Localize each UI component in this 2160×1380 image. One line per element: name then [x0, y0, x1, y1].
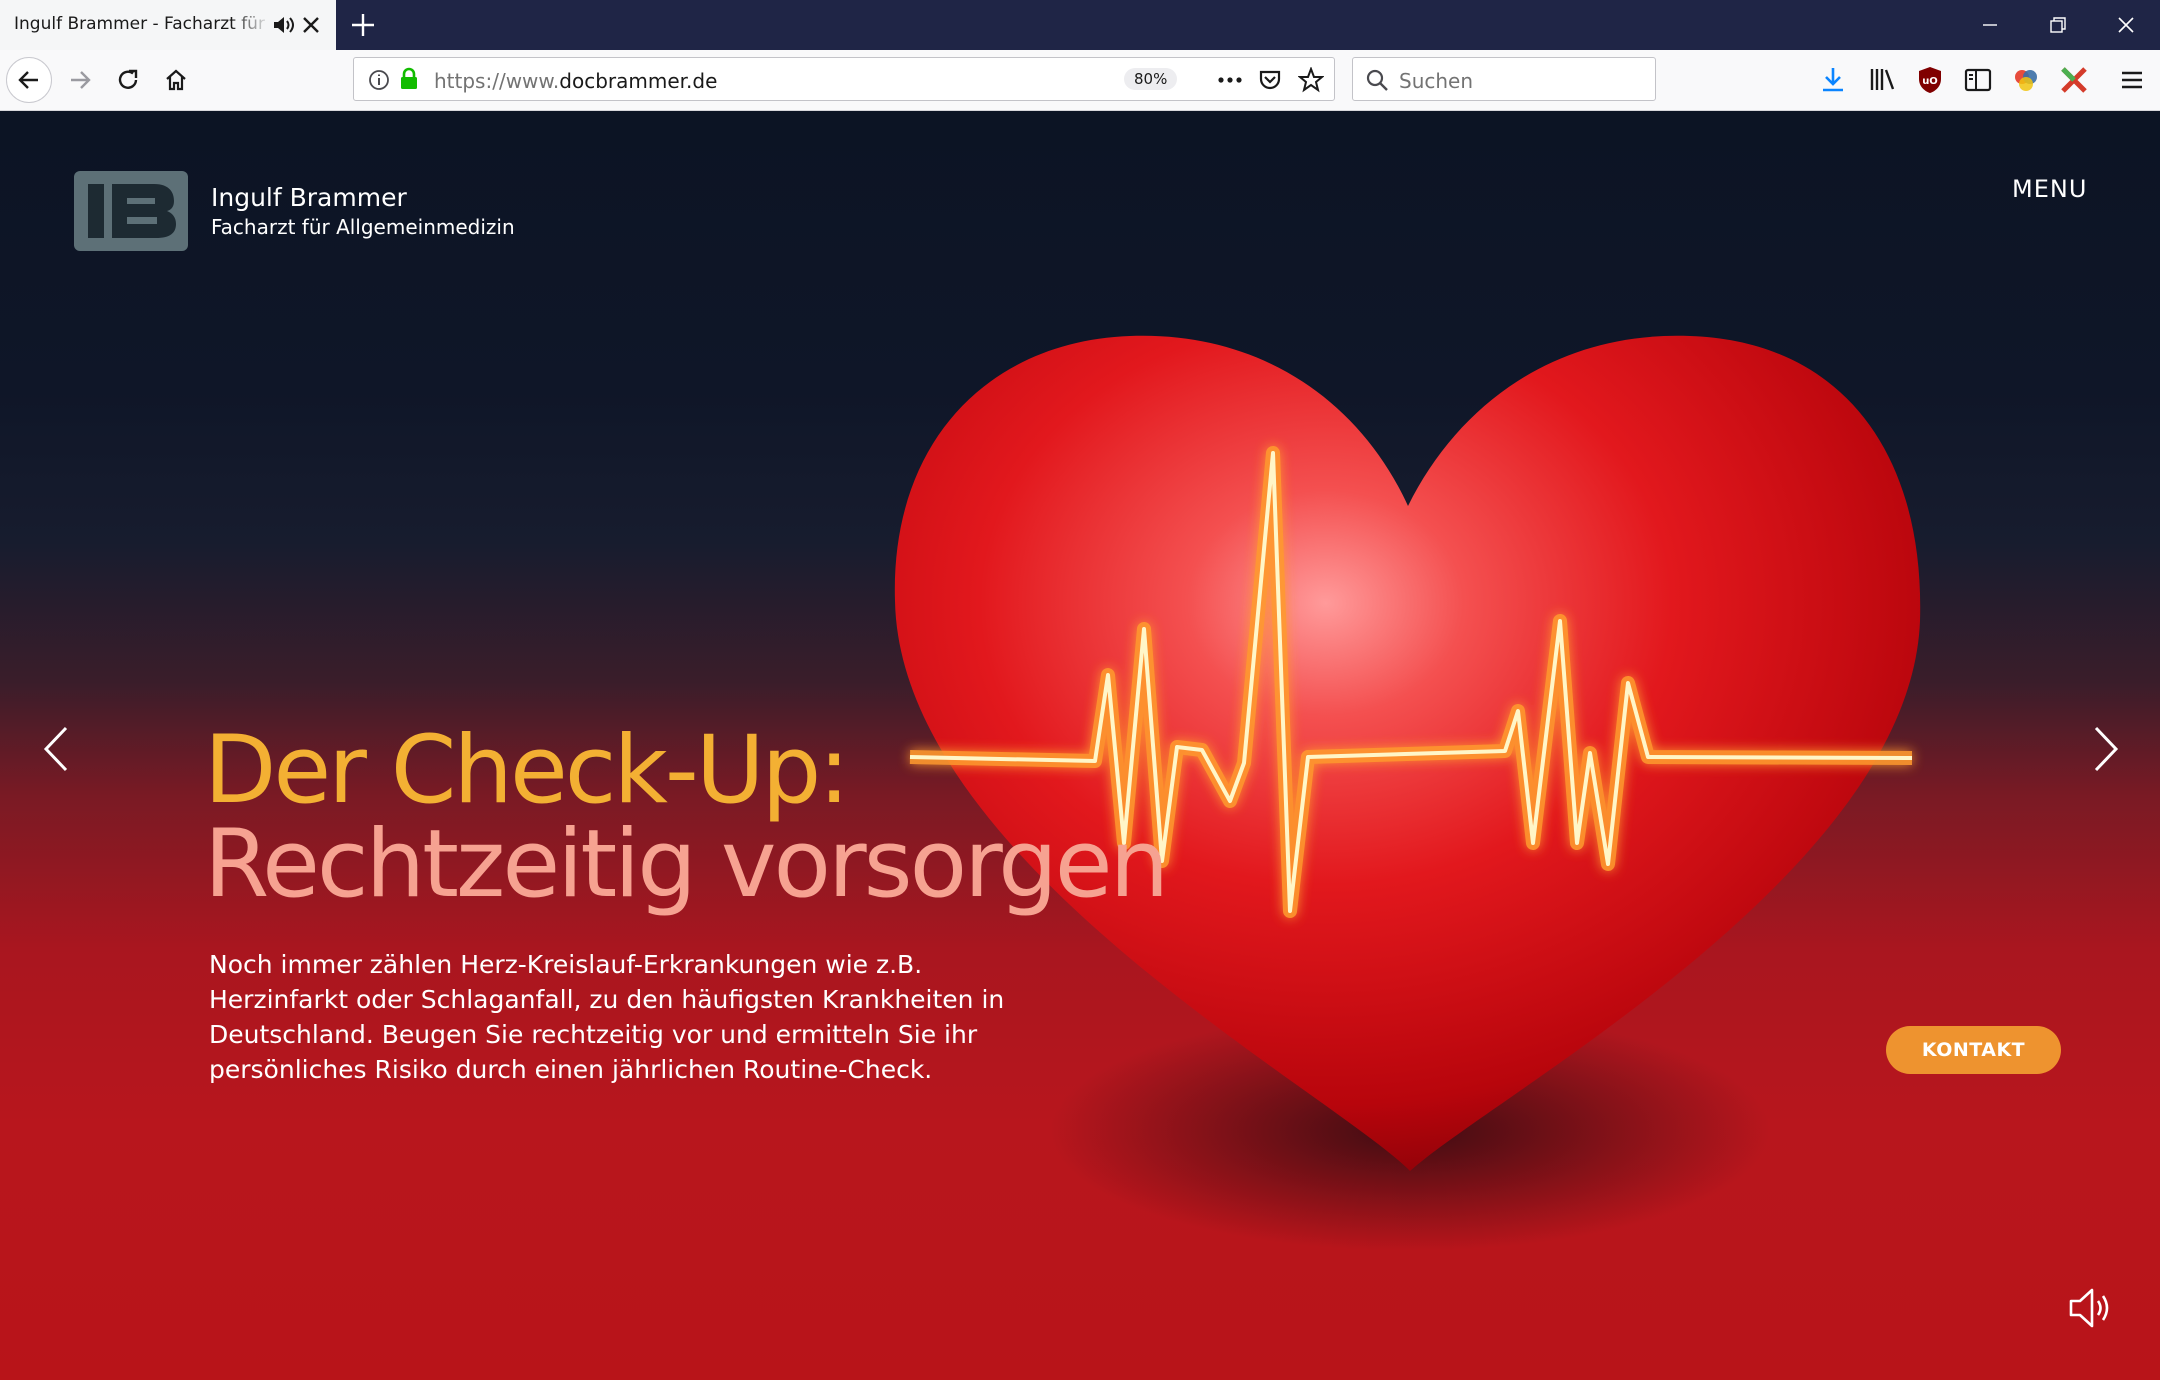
reader-sidebar-icon[interactable]	[1962, 64, 1994, 96]
url-prefix: https://www.	[434, 69, 560, 93]
browser-toolbar: https://www.docbrammer.de 80% Suchen uO	[0, 50, 2160, 111]
home-icon	[166, 69, 186, 91]
minimize-button[interactable]	[1956, 0, 2024, 50]
lock-icon[interactable]	[398, 67, 420, 91]
address-bar[interactable]: https://www.docbrammer.de 80%	[353, 57, 1335, 101]
ublock-shield-icon[interactable]: uO	[1914, 64, 1946, 96]
more-actions-icon[interactable]	[1216, 69, 1244, 91]
zoom-level-badge[interactable]: 80%	[1124, 68, 1178, 90]
sound-toggle-icon[interactable]	[2066, 1283, 2116, 1333]
brand-subtitle: Facharzt für Allgemeinmedizin	[211, 215, 515, 239]
menu-button[interactable]: MENU	[2012, 175, 2087, 203]
brand-name[interactable]: Ingulf Brammer	[211, 183, 407, 212]
library-icon[interactable]	[1866, 64, 1898, 96]
url-domain: docbrammer.de	[559, 69, 718, 93]
site-logo[interactable]	[74, 171, 188, 251]
hamburger-menu-icon[interactable]	[2116, 64, 2148, 96]
reload-icon	[118, 69, 138, 89]
svg-text:uO: uO	[1922, 76, 1938, 87]
hero-headline-line2: Rechtzeitig vorsorgen	[204, 810, 1169, 919]
download-icon[interactable]	[1817, 64, 1849, 96]
pocket-icon[interactable]	[1258, 68, 1282, 92]
search-bar[interactable]: Suchen	[1352, 57, 1656, 101]
search-placeholder: Suchen	[1399, 69, 1474, 93]
minimize-icon	[1983, 24, 1997, 26]
speaker-icon[interactable]	[272, 14, 296, 36]
back-arrow-icon	[18, 71, 38, 89]
info-icon[interactable]	[368, 69, 390, 91]
hero-headline-line1: Der Check-Up:	[204, 716, 850, 825]
logo-monogram	[88, 184, 176, 238]
hero-body-text: Noch immer zählen Herz-Kreislauf-Erkrank…	[209, 950, 1005, 1084]
back-button[interactable]	[6, 57, 52, 103]
slider-prev-arrow-icon[interactable]	[40, 724, 72, 774]
close-tab-icon[interactable]	[300, 14, 322, 36]
kontakt-button[interactable]: KONTAKT	[1886, 1026, 2061, 1074]
browser-tab[interactable]: Ingulf Brammer - Facharzt für Allgemeinm…	[0, 0, 336, 50]
slider-next-arrow-icon[interactable]	[2090, 724, 2122, 774]
bookmark-star-icon[interactable]	[1298, 67, 1324, 93]
forward-arrow-icon	[71, 71, 91, 89]
color-extension-icon[interactable]	[2010, 64, 2042, 96]
url-text[interactable]: https://www.docbrammer.de	[434, 69, 717, 93]
hero-section: Ingulf Brammer Facharzt für Allgemeinmed…	[0, 111, 2160, 1380]
close-icon	[2118, 17, 2134, 33]
restore-icon	[2050, 17, 2066, 33]
tab-title: Ingulf Brammer - Facharzt für Allgemeinm…	[14, 14, 270, 34]
restore-button[interactable]	[2024, 0, 2092, 50]
browser-tab-strip: Ingulf Brammer - Facharzt für Allgemeinm…	[0, 0, 2160, 50]
reload-button[interactable]	[106, 58, 150, 102]
puzzle-extension-icon[interactable]	[2058, 64, 2090, 96]
close-window-button[interactable]	[2092, 0, 2160, 50]
search-icon	[1366, 69, 1388, 91]
home-button[interactable]	[154, 58, 198, 102]
forward-button[interactable]	[58, 58, 102, 102]
new-tab-plus-icon[interactable]	[348, 10, 378, 40]
